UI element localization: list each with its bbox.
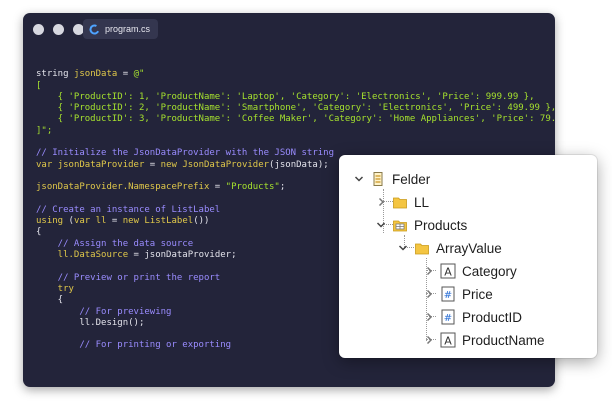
folder-icon [413,239,431,257]
code-token: JsonDataProvider [182,159,270,170]
file-tab-label: program.cs [105,24,151,34]
code-token: jsonDataProvider [57,159,145,170]
text-field-icon: A [439,262,457,280]
tree-node-label: LL [414,194,430,210]
close-dot-icon[interactable] [33,24,44,35]
tree-node-label: Price [462,286,493,302]
code-token: string [36,69,74,80]
code-token: [ [36,80,42,91]
table-icon [369,170,387,188]
chevron-down-icon[interactable] [375,219,387,231]
code-token: var [36,159,58,170]
number-field-icon: # [439,285,457,303]
code-token: jsonData [73,69,118,80]
tree-node-ll[interactable]: LL [375,191,429,213]
code-token: // Assign the data source [36,238,194,249]
tree-node-label: ProductName [462,332,545,348]
code-token: ; [279,182,286,193]
tree-node-arrayvalue[interactable]: ArrayValue [397,237,502,259]
tree-node-productid[interactable]: # ProductID [423,306,522,328]
code-token: = [144,159,161,170]
code-token: ll.DataSource [36,250,129,261]
table-folder-icon [391,216,409,234]
code-token: ]"; [36,125,53,136]
tree-node-felder[interactable]: Felder [353,168,430,190]
window-controls [33,24,88,43]
code-token: { 'ProductID': 1, 'ProductName': 'Laptop… [36,91,535,102]
code-token: using [36,216,69,227]
chevron-down-icon[interactable] [353,173,365,185]
tree-node-price[interactable]: # Price [423,283,493,305]
code-token: ll.Design(); [36,317,145,328]
tree-node-products[interactable]: Products [375,214,467,236]
tree-node-label: Felder [392,171,431,187]
field-tree-panel: Felder LL Products ArrayValue A Category… [339,155,597,358]
code-line: { 'ProductID': 2, 'ProductName': 'Smartp… [36,103,555,114]
code-token: // Preview or print the report [36,272,221,283]
svg-text:#: # [444,313,452,324]
number-field-icon: # [439,308,457,326]
code-token: = [209,182,226,193]
tree-node-label: Category [462,263,517,279]
chevron-right-icon[interactable] [423,288,435,300]
code-token: // Initialize the JsonDataProvider with … [36,148,335,159]
tree-node-label: ProductID [462,309,523,325]
code-token: = jsonDataProvider; [128,250,237,261]
code-token: // Create an instance of ListLabel [36,204,221,215]
code-token: { 'ProductID': 2, 'ProductName': 'Smartp… [36,103,555,114]
code-token: // For previewing [36,306,172,317]
svg-text:A: A [444,335,452,348]
svg-text:#: # [444,290,452,301]
folder-icon [391,193,409,211]
code-token: try [36,283,74,294]
tree-node-category[interactable]: A Category [423,260,517,282]
code-token: ()) [193,216,210,227]
code-token: { 'ProductID': 3, 'ProductName': 'Coffee… [36,114,555,125]
code-token: jsonDataProvider.NamespacePrefix [36,182,210,193]
text-field-icon: A [439,331,457,349]
code-token: // For printing or exporting [36,340,232,351]
code-token: "Products" [225,182,280,193]
code-line: { 'ProductID': 3, 'ProductName': 'Coffee… [36,114,555,125]
code-token: new [122,216,145,227]
code-line: ]"; [36,126,555,137]
chevron-right-icon[interactable] [375,196,387,208]
code-token: (jsonData); [269,159,329,170]
chevron-down-icon[interactable] [397,242,409,254]
code-token: ListLabel [144,216,194,227]
code-token: var [73,216,96,227]
code-token: ll [95,216,107,227]
chevron-right-icon[interactable] [423,311,435,323]
code-line: [ [36,81,555,92]
chevron-right-icon[interactable] [423,265,435,277]
csharp-file-icon [89,24,100,35]
code-line: string jsonData = @" [36,69,555,80]
code-token: = [106,216,123,227]
chevron-right-icon[interactable] [423,334,435,346]
code-token: { [36,227,42,238]
code-token: new [160,159,183,170]
tree-node-label: ArrayValue [436,240,502,256]
code-token: { [36,295,64,306]
code-token: = [117,69,134,80]
svg-text:A: A [444,266,452,279]
code-token: @" [133,69,145,80]
tree-node-label: Products [414,217,468,233]
minimize-dot-icon[interactable] [53,24,65,35]
tree-node-productname[interactable]: A ProductName [423,329,545,351]
file-tab[interactable]: program.cs [83,19,159,39]
code-line: { 'ProductID': 1, 'ProductName': 'Laptop… [36,92,555,103]
